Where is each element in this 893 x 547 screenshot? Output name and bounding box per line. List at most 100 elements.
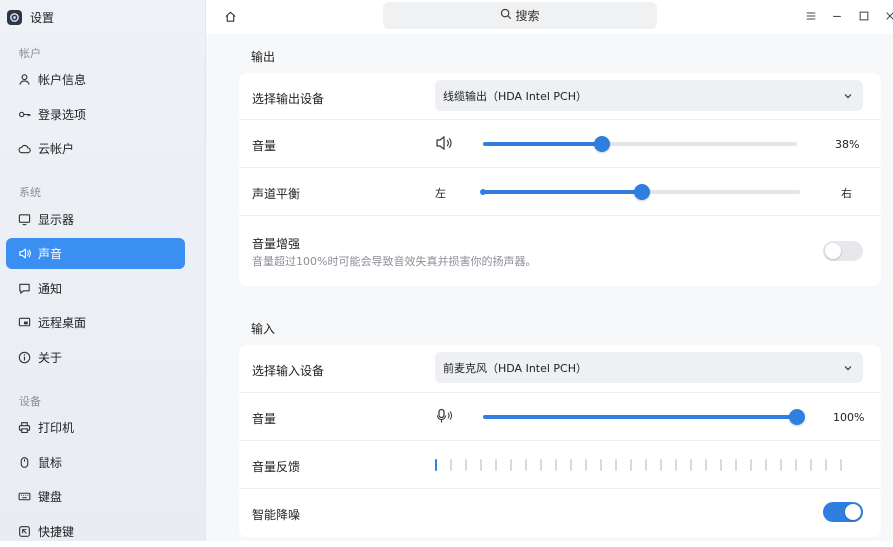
- balance-left-label: 左: [435, 187, 446, 200]
- input-device-value: 前麦克风（HDA Intel PCH）: [443, 362, 588, 375]
- sidebar-item-label: 声音: [38, 247, 63, 261]
- output-device-select[interactable]: 线缆输出（HDA Intel PCH）: [435, 80, 863, 111]
- mouse-icon: [17, 456, 31, 470]
- meter-bar: [540, 459, 542, 471]
- sidebar-item-notifications[interactable]: 通知: [6, 273, 185, 304]
- meter-bar: [795, 459, 797, 471]
- monitor-icon: [17, 213, 31, 227]
- minimize-icon[interactable]: [830, 9, 844, 23]
- sidebar-item-label: 关于: [38, 351, 63, 365]
- meter-bar: [810, 459, 812, 471]
- meter-bar: [615, 459, 617, 471]
- output-device-label: 选择输出设备: [252, 92, 325, 106]
- sidebar-item-label: 显示器: [38, 213, 75, 227]
- sidebar-item-cloud-account[interactable]: 云帐户: [6, 133, 185, 164]
- meter-bar: [750, 459, 752, 471]
- speaker-volume-icon[interactable]: [435, 135, 455, 154]
- meter-bar: [660, 459, 662, 471]
- input-device-select[interactable]: 前麦克风（HDA Intel PCH）: [435, 352, 863, 383]
- printer-icon: [17, 421, 31, 435]
- key-icon: [17, 108, 31, 122]
- info-icon: [17, 351, 31, 365]
- close-icon[interactable]: [883, 9, 893, 23]
- meter-bar: [435, 459, 437, 471]
- meter-bar: [525, 459, 527, 471]
- sidebar-item-mouse[interactable]: 鼠标: [6, 447, 185, 478]
- sidebar-item-shortcuts[interactable]: 快捷键: [6, 516, 185, 547]
- meter-bar: [600, 459, 602, 471]
- group-label-system: 系统: [19, 186, 41, 199]
- search-input[interactable]: 搜索: [383, 2, 657, 29]
- chevron-down-icon: [843, 90, 853, 100]
- user-icon: [17, 73, 31, 87]
- home-icon[interactable]: [222, 8, 238, 24]
- sidebar: 设置 帐户 帐户信息 登录选项 云帐户 系统 显示器 声音 通知 远程桌面 关于…: [0, 0, 206, 541]
- sidebar-item-label: 帐户信息: [38, 73, 87, 87]
- output-volume-value: 38%: [835, 138, 860, 151]
- chat-bubble-icon: [17, 282, 31, 296]
- chevron-down-icon: [843, 362, 853, 372]
- input-volume-knob[interactable]: [789, 409, 805, 425]
- sidebar-item-login-options[interactable]: 登录选项: [6, 99, 185, 130]
- keyboard-icon: [17, 490, 31, 504]
- balance-fill: [483, 190, 642, 194]
- meter-bar: [780, 459, 782, 471]
- sidebar-item-about[interactable]: 关于: [6, 342, 185, 373]
- volume-feedback-label: 音量反馈: [252, 460, 301, 474]
- microphone-icon[interactable]: [435, 408, 455, 427]
- sidebar-item-remote-desktop[interactable]: 远程桌面: [6, 307, 185, 338]
- sidebar-item-label: 鼠标: [38, 456, 63, 470]
- cloud-icon: [17, 142, 31, 156]
- menu-icon[interactable]: [804, 9, 818, 23]
- meter-bar: [840, 459, 842, 471]
- meter-bar: [570, 459, 572, 471]
- meter-bar: [465, 459, 467, 471]
- sidebar-item-label: 快捷键: [38, 525, 75, 539]
- speaker-icon: [17, 247, 31, 261]
- input-device-label: 选择输入设备: [252, 364, 325, 378]
- volume-feedback-meter: [435, 459, 842, 471]
- balance-slider[interactable]: [480, 184, 800, 200]
- title-bar: 搜索: [206, 0, 893, 34]
- volume-boost-description: 音量超过100%时可能会导致音效失真并损害你的扬声器。: [252, 255, 537, 268]
- volume-boost-row: 音量增强 音量超过100%时可能会导致音效失真并损害你的扬声器。: [239, 216, 881, 286]
- maximize-icon[interactable]: [857, 9, 871, 23]
- balance-knob[interactable]: [633, 184, 650, 200]
- meter-bar: [630, 459, 632, 471]
- sidebar-item-printer[interactable]: 打印机: [6, 412, 185, 443]
- volume-feedback-row: 音量反馈: [239, 441, 881, 489]
- shortcut-icon: [17, 525, 31, 539]
- meter-bar: [645, 459, 647, 471]
- input-volume-slider[interactable]: [483, 409, 805, 425]
- balance-right-label: 右: [841, 187, 852, 200]
- sidebar-item-sound[interactable]: 声音: [6, 238, 185, 269]
- meter-bar: [480, 459, 482, 471]
- sidebar-item-label: 通知: [38, 282, 63, 296]
- group-label-devices: 设备: [19, 395, 41, 408]
- group-label-accounts: 帐户: [19, 47, 41, 60]
- balance-label: 声道平衡: [252, 187, 301, 201]
- meter-bar: [765, 459, 767, 471]
- output-device-value: 线缆输出（HDA Intel PCH）: [443, 90, 588, 103]
- output-volume-knob[interactable]: [594, 136, 611, 152]
- sidebar-item-account-info[interactable]: 帐户信息: [6, 64, 185, 95]
- settings-logo-icon: [7, 9, 22, 25]
- sound-settings-panel: 输出 选择输出设备 线缆输出（HDA Intel PCH） 音量 38% 声道平…: [206, 34, 893, 541]
- volume-boost-toggle[interactable]: [823, 241, 863, 261]
- meter-bar: [555, 459, 557, 471]
- output-volume-slider[interactable]: [483, 136, 797, 152]
- search-placeholder: 搜索: [515, 9, 540, 23]
- search-icon: [500, 8, 512, 23]
- sidebar-item-display[interactable]: 显示器: [6, 204, 185, 235]
- meter-bar: [585, 459, 587, 471]
- remote-desktop-icon: [17, 316, 31, 330]
- noise-reduction-label: 智能降噪: [252, 508, 301, 522]
- sidebar-item-keyboard[interactable]: 键盘: [6, 481, 185, 512]
- meter-bar: [675, 459, 677, 471]
- input-device-row: 选择输入设备 前麦克风（HDA Intel PCH）: [239, 345, 881, 393]
- balance-row: 声道平衡 左 右: [239, 168, 881, 216]
- output-device-row: 选择输出设备 线缆输出（HDA Intel PCH）: [239, 73, 881, 120]
- output-volume-fill: [483, 142, 603, 146]
- input-volume-label: 音量: [252, 412, 277, 426]
- noise-reduction-toggle[interactable]: [823, 502, 863, 522]
